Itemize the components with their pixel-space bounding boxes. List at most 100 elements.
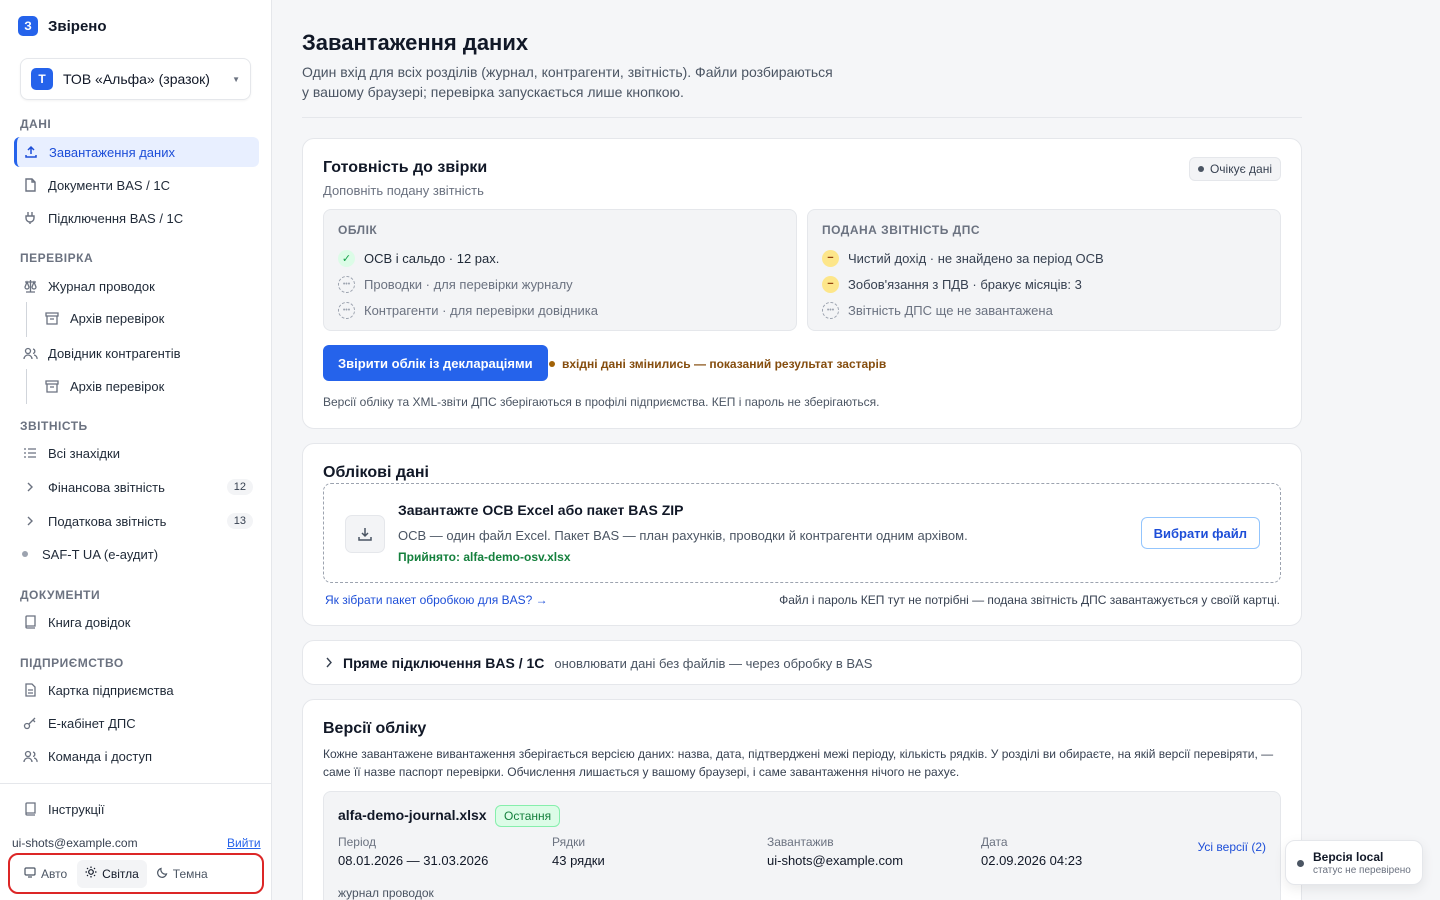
direct-connection-toggle[interactable]: Пряме підключення BAS / 1С оновлювати да… (325, 655, 872, 671)
checklist-item: − Чистий дохід · не знайдено за період О… (822, 245, 1266, 271)
latest-badge: Остання (495, 805, 561, 827)
all-versions-link[interactable]: Усі версії (2) (1198, 840, 1266, 854)
tax-checklist: ПОДАНА ЗВІТНІСТЬ ДПС − Чистий дохід · не… (807, 209, 1281, 331)
chevron-right-icon (22, 479, 38, 495)
nav-section-company: ПІДПРИЄМСТВО (20, 656, 124, 670)
sidebar-item-label: Документи BAS / 1С (48, 177, 171, 193)
count-badge: 13 (226, 513, 253, 529)
sidebar-item-counterparties-archive[interactable]: Архів перевірок (36, 371, 259, 401)
nav-section-documents: ДОКУМЕНТИ (20, 588, 101, 602)
checklist-text: ОСВ і сальдо · 12 рах. (364, 250, 500, 266)
dropzone-description: ОСВ — один файл Excel. Пакет BAS — план … (398, 528, 968, 543)
sidebar-item-journal[interactable]: Журнал проводок (14, 271, 259, 301)
versions-card: Версії обліку Кожне завантажене вивантаж… (302, 699, 1302, 900)
reconcile-button[interactable]: Звірити облік із деклараціями (323, 345, 548, 381)
sidebar-item-cert-book[interactable]: Книга довідок (14, 607, 259, 637)
monitor-icon (24, 866, 36, 881)
sidebar-item-label: Завантаження даних (49, 144, 175, 160)
theme-dark-button[interactable]: Темна (149, 860, 216, 888)
download-icon (345, 515, 385, 553)
chevron-right-icon (325, 656, 333, 671)
readiness-subtitle: Доповніть подану звітність (323, 183, 484, 198)
checklist-item: ••• Звітність ДПС ще не завантажена (822, 297, 1266, 323)
checklist-text: Контрагенти · для перевірки довідника (364, 302, 599, 318)
checklist-title: ОБЛІК (338, 223, 378, 237)
direct-connection-card[interactable]: Пряме підключення BAS / 1С оновлювати да… (302, 640, 1302, 685)
field-value: 43 рядки (552, 853, 605, 868)
org-name: ТОВ «Альфа» (зразок) (63, 71, 210, 87)
sidebar-item-counterparties[interactable]: Довідник контрагентів (14, 338, 259, 368)
sidebar-item-all-findings[interactable]: Всі знахідки (14, 438, 259, 468)
theme-light-button[interactable]: Світла (77, 859, 147, 888)
count-badge: 12 (226, 479, 253, 495)
sidebar-item-label: Всі знахідки (48, 445, 120, 461)
field-label: Завантажив (767, 835, 834, 849)
user-email: ui-shots@example.com (12, 836, 138, 850)
logout-link[interactable]: Вийти (227, 836, 261, 850)
bas-help-link[interactable]: Як зібрати пакет обробкою для BAS? → (325, 593, 548, 607)
brand[interactable]: З Звірено (18, 16, 107, 36)
field-value: 08.01.2026 — 31.03.2026 (338, 853, 489, 868)
chevron-right-icon (22, 513, 38, 529)
nav-section-check: ПЕРЕВІРКА (20, 251, 94, 265)
sidebar-item-instructions[interactable]: Інструкції (14, 794, 259, 824)
sidebar-item-team[interactable]: Команда і доступ (14, 741, 259, 771)
check-icon: ✓ (338, 249, 355, 267)
kep-note: Файл і пароль КЕП тут не потрібні — пода… (779, 593, 1280, 607)
accounting-data-title: Облікові дані (323, 464, 429, 481)
dropzone-title: Завантажте ОСВ Excel або пакет BAS ZIP (398, 502, 684, 518)
sidebar-item-bas-connect[interactable]: Підключення BAS / 1С (14, 203, 259, 233)
checklist-item: ✓ ОСВ і сальдо · 12 рах. (338, 245, 782, 271)
sidebar-item-saft[interactable]: SAF-T UA (е-аудит) (14, 539, 259, 569)
version-kind: журнал проводок (338, 886, 434, 900)
page-subtitle: Один вхід для всіх розділів (журнал, кон… (302, 64, 833, 100)
status-dot-icon (1297, 860, 1304, 867)
org-avatar: Т (31, 68, 53, 90)
theme-auto-button[interactable]: Авто (16, 860, 75, 888)
sidebar-item-company-card[interactable]: Картка підприємства (14, 675, 259, 705)
sidebar: З Звірено Т ТОВ «Альфа» (зразок) ▼ ДАНІ … (0, 0, 272, 900)
sidebar-item-label: Картка підприємства (48, 682, 174, 698)
versions-title: Версії обліку (323, 720, 427, 737)
file-dropzone[interactable]: Завантажте ОСВ Excel або пакет BAS ZIP О… (323, 483, 1281, 583)
checklist-text: Зобов'язання з ПДВ · бракує місяців: 3 (848, 276, 1082, 292)
toast-title: Версія local (1313, 850, 1384, 864)
field-label: Дата (981, 835, 1008, 849)
theme-label: Темна (172, 866, 208, 881)
stale-warning: вхідні дані змінились — показаний резуль… (549, 357, 886, 371)
sidebar-item-bas-docs[interactable]: Документи BAS / 1С (14, 170, 259, 200)
chevron-down-icon: ▼ (232, 74, 240, 84)
warning-icon: − (822, 249, 839, 267)
nav-section-data: ДАНІ (20, 117, 52, 131)
checklist-text: Проводки · для перевірки журналу (364, 276, 573, 292)
direct-connection-desc: оновлювати дані без файлів — через оброб… (554, 655, 873, 671)
sidebar-item-label: Фінансова звітність (48, 479, 165, 495)
sidebar-item-upload[interactable]: Завантаження даних (14, 137, 259, 167)
sidebar-item-label: Податкова звітність (48, 513, 167, 529)
organization-select[interactable]: Т ТОВ «Альфа» (зразок) ▼ (20, 58, 251, 100)
sidebar-item-label: Книга довідок (48, 614, 131, 630)
book-icon (22, 614, 38, 630)
status-dot-icon (22, 551, 28, 557)
archive-icon (44, 378, 60, 394)
status-badge: Очікує дані (1188, 157, 1281, 181)
readiness-title: Готовність до звірки (323, 159, 488, 176)
toast-subtitle: статус не перевірено (1313, 865, 1411, 876)
version-file-name: alfa-demo-journal.xlsx (338, 807, 487, 823)
accepted-file: Прийнято: alfa-demo-osv.xlsx (398, 550, 571, 564)
plug-icon (22, 210, 38, 226)
versions-description: Кожне завантажене вивантаження зберігаєт… (323, 747, 1274, 779)
users-icon (22, 748, 38, 764)
status-label: Очікує дані (1209, 162, 1272, 176)
sidebar-item-financial[interactable]: Фінансова звітність 12 (14, 472, 259, 502)
sidebar-item-tax[interactable]: Податкова звітність 13 (14, 506, 259, 536)
version-rows: Рядки 43 рядки (552, 835, 605, 868)
theme-label: Авто (41, 866, 68, 881)
version-toast[interactable]: Версія local статус не перевірено (1285, 840, 1423, 885)
checklist-text: Чистий дохід · не знайдено за період ОСВ (848, 250, 1104, 266)
sidebar-item-journal-archive[interactable]: Архів перевірок (36, 303, 259, 333)
choose-file-button[interactable]: Вибрати файл (1140, 517, 1260, 549)
sidebar-item-e-cabinet[interactable]: Е-кабінет ДПС (14, 708, 259, 738)
document-icon (22, 177, 38, 193)
field-label: Період (338, 835, 377, 849)
